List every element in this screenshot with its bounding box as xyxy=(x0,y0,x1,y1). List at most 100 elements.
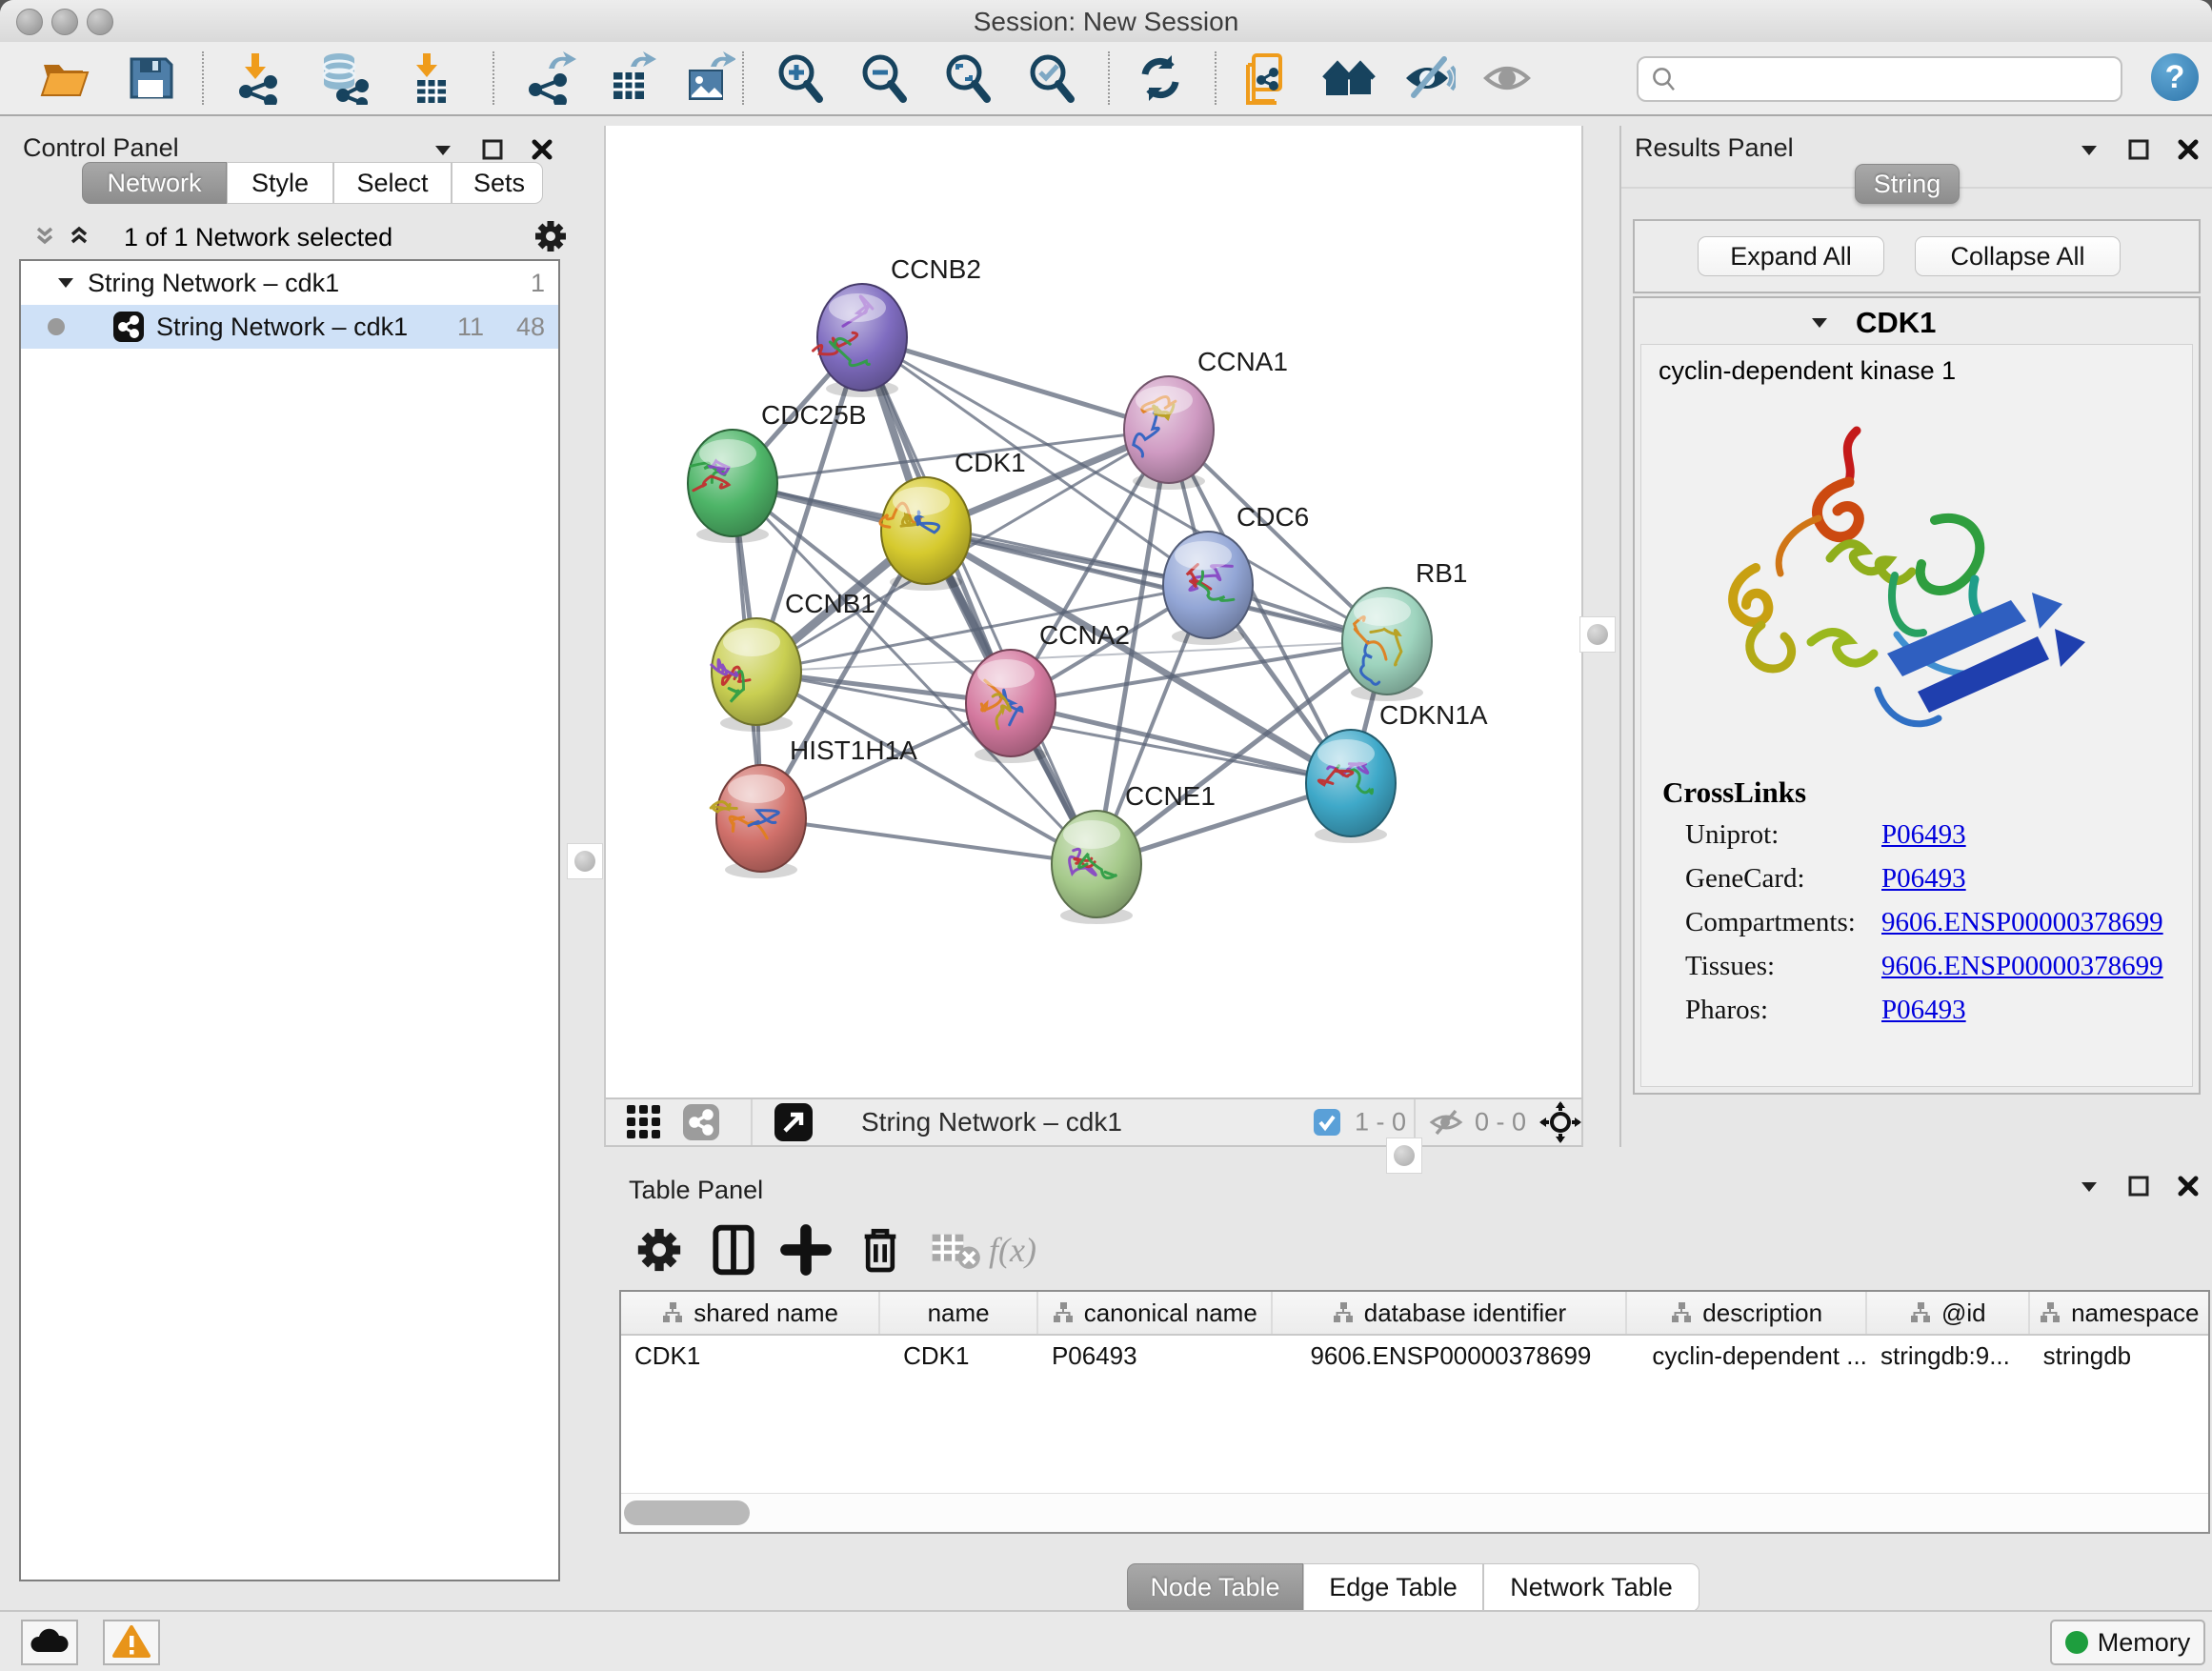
zoom-out-icon[interactable] xyxy=(857,51,911,105)
tab-select[interactable]: Select xyxy=(333,162,452,204)
horizontal-splitter-handle[interactable] xyxy=(1386,1137,1422,1174)
table-row[interactable]: CDK1 CDK1 P06493 9606.ENSP00000378699 cy… xyxy=(621,1336,2208,1376)
open-session-icon[interactable] xyxy=(38,51,91,105)
network-row[interactable]: String Network – cdk1 11 48 xyxy=(21,305,558,349)
protein-name: CDK1 xyxy=(1856,306,1936,340)
column-header-shared-name[interactable]: shared name xyxy=(621,1292,880,1334)
collapse-all-button[interactable]: Collapse All xyxy=(1915,236,2121,276)
zoom-in-icon[interactable] xyxy=(774,51,827,105)
network-node-label: CDK1 xyxy=(955,448,1026,477)
table-panel-close-icon[interactable] xyxy=(2174,1172,2202,1200)
fit-content-crosshair-icon[interactable] xyxy=(1539,1101,1581,1143)
network-canvas[interactable]: CCNB2CCNA1CDC25BCDK1CDC6RB1CCNB1CCNA2CDK… xyxy=(604,126,1583,1097)
zoom-fit-icon[interactable] xyxy=(941,51,995,105)
column-header-description[interactable]: description xyxy=(1627,1292,1867,1334)
cell-canonical-name: P06493 xyxy=(1038,1336,1273,1376)
open-in-window-icon[interactable] xyxy=(774,1102,814,1142)
refresh-icon[interactable] xyxy=(1134,51,1187,105)
birdseye-grid-icon[interactable] xyxy=(625,1103,663,1141)
crosslink-pharos-link[interactable]: P06493 xyxy=(1881,995,1966,1026)
column-header-name[interactable]: name xyxy=(880,1292,1038,1334)
table-panel-menu-button[interactable] xyxy=(2075,1172,2103,1200)
hide-selected-icon[interactable] xyxy=(1402,51,1456,105)
zoom-selected-icon[interactable] xyxy=(1025,51,1078,105)
network-node-CCNB2[interactable]: CCNB2 xyxy=(814,254,981,397)
control-panel-close-icon[interactable] xyxy=(528,135,556,164)
network-node-CDKN1A[interactable]: CDKN1A xyxy=(1306,700,1488,843)
expand-all-button[interactable]: Expand All xyxy=(1698,236,1884,276)
expand-all-networks-icon[interactable] xyxy=(65,221,93,250)
network-node-CCNA2[interactable]: CCNA2 xyxy=(966,620,1130,763)
table-options-gear-icon[interactable] xyxy=(633,1223,686,1277)
cloud-status-button[interactable] xyxy=(21,1620,78,1665)
column-header-namespace[interactable]: namespace xyxy=(2030,1292,2208,1334)
function-builder-button[interactable]: f(x) xyxy=(989,1223,1075,1277)
network-node-HIST1H1A[interactable]: HIST1H1A xyxy=(711,735,917,878)
collection-expand-icon[interactable] xyxy=(55,272,76,293)
shared-column-icon xyxy=(1909,1301,1932,1324)
application-window: Session: New Session xyxy=(0,0,2212,1671)
column-header-id[interactable]: @id xyxy=(1867,1292,2030,1334)
delete-table-icon[interactable] xyxy=(928,1223,981,1277)
left-splitter-handle[interactable] xyxy=(567,843,603,879)
help-icon[interactable]: ? xyxy=(2151,53,2199,101)
collection-count: 1 xyxy=(531,269,545,298)
crosslink-compartments-link[interactable]: 9606.ENSP00000378699 xyxy=(1881,907,2163,938)
horizontal-scrollbar[interactable] xyxy=(621,1493,2208,1532)
control-panel-menu-button[interactable] xyxy=(429,135,457,164)
tab-node-table[interactable]: Node Table xyxy=(1127,1563,1303,1612)
scrollbar-thumb[interactable] xyxy=(624,1500,750,1525)
export-network-icon[interactable] xyxy=(524,51,577,105)
crosslink-label: Compartments: xyxy=(1685,907,1856,938)
table-panel-float-button[interactable] xyxy=(2124,1172,2153,1200)
export-table-icon[interactable] xyxy=(604,51,657,105)
collapse-all-networks-icon[interactable] xyxy=(30,221,59,250)
first-neighbors-icon[interactable] xyxy=(1322,51,1376,105)
save-session-icon[interactable] xyxy=(124,51,177,105)
network-node-RB1[interactable]: RB1 xyxy=(1342,558,1467,701)
hidden-eye-icon[interactable] xyxy=(1429,1108,1463,1137)
tab-edge-table[interactable]: Edge Table xyxy=(1303,1563,1483,1612)
import-network-database-icon[interactable] xyxy=(316,51,370,105)
right-splitter-handle[interactable] xyxy=(1579,616,1616,653)
search-input[interactable] xyxy=(1686,64,2121,95)
network-edge[interactable] xyxy=(862,337,1096,864)
tab-network-table[interactable]: Network Table xyxy=(1483,1563,1699,1612)
column-header-canonical-name[interactable]: canonical name xyxy=(1038,1292,1273,1334)
add-column-icon[interactable] xyxy=(779,1223,833,1277)
memory-button[interactable]: Memory xyxy=(2050,1620,2205,1665)
results-panel-float-button[interactable] xyxy=(2124,135,2153,164)
table-type-tabs: Node Table Edge Table Network Table xyxy=(1127,1563,1699,1610)
crosslink-uniprot-link[interactable]: P06493 xyxy=(1881,819,1966,851)
warning-status-button[interactable] xyxy=(103,1620,160,1665)
export-image-icon[interactable] xyxy=(682,51,735,105)
tab-sets[interactable]: Sets xyxy=(452,162,543,204)
network-node-CDC25B[interactable]: CDC25B xyxy=(688,400,866,543)
show-all-icon[interactable] xyxy=(1482,51,1536,105)
results-panel-close-icon[interactable] xyxy=(2174,135,2202,164)
network-node-CCNE1[interactable]: CCNE1 xyxy=(1052,781,1216,924)
copy-network-icon[interactable] xyxy=(1240,51,1294,105)
import-table-icon[interactable] xyxy=(402,51,455,105)
import-network-icon[interactable] xyxy=(232,51,286,105)
network-overview-icon[interactable] xyxy=(682,1103,720,1141)
network-edge[interactable] xyxy=(761,818,1096,864)
crosslink-tissues-link[interactable]: 9606.ENSP00000378699 xyxy=(1881,951,2163,982)
show-columns-icon[interactable] xyxy=(707,1223,760,1277)
tab-string[interactable]: String xyxy=(1855,164,1960,204)
crosslink-genecard-link[interactable]: P06493 xyxy=(1881,863,1966,895)
network-options-gear-icon[interactable] xyxy=(532,217,570,255)
toolbar-search xyxy=(1637,56,2122,102)
network-collection-row[interactable]: String Network – cdk1 1 xyxy=(21,261,558,305)
protein-collapse-icon[interactable] xyxy=(1808,312,1831,334)
control-panel-float-button[interactable] xyxy=(478,135,507,164)
network-edge[interactable] xyxy=(862,337,1169,430)
table-panel-title: Table Panel xyxy=(629,1176,763,1205)
tab-network[interactable]: Network xyxy=(82,162,227,204)
column-header-database-identifier[interactable]: database identifier xyxy=(1273,1292,1628,1334)
tab-style[interactable]: Style xyxy=(227,162,333,204)
results-panel-menu-button[interactable] xyxy=(2075,135,2103,164)
delete-column-trash-icon[interactable] xyxy=(854,1223,907,1277)
cell-name: CDK1 xyxy=(880,1336,1038,1376)
selected-nodes-checkbox[interactable] xyxy=(1313,1108,1341,1137)
